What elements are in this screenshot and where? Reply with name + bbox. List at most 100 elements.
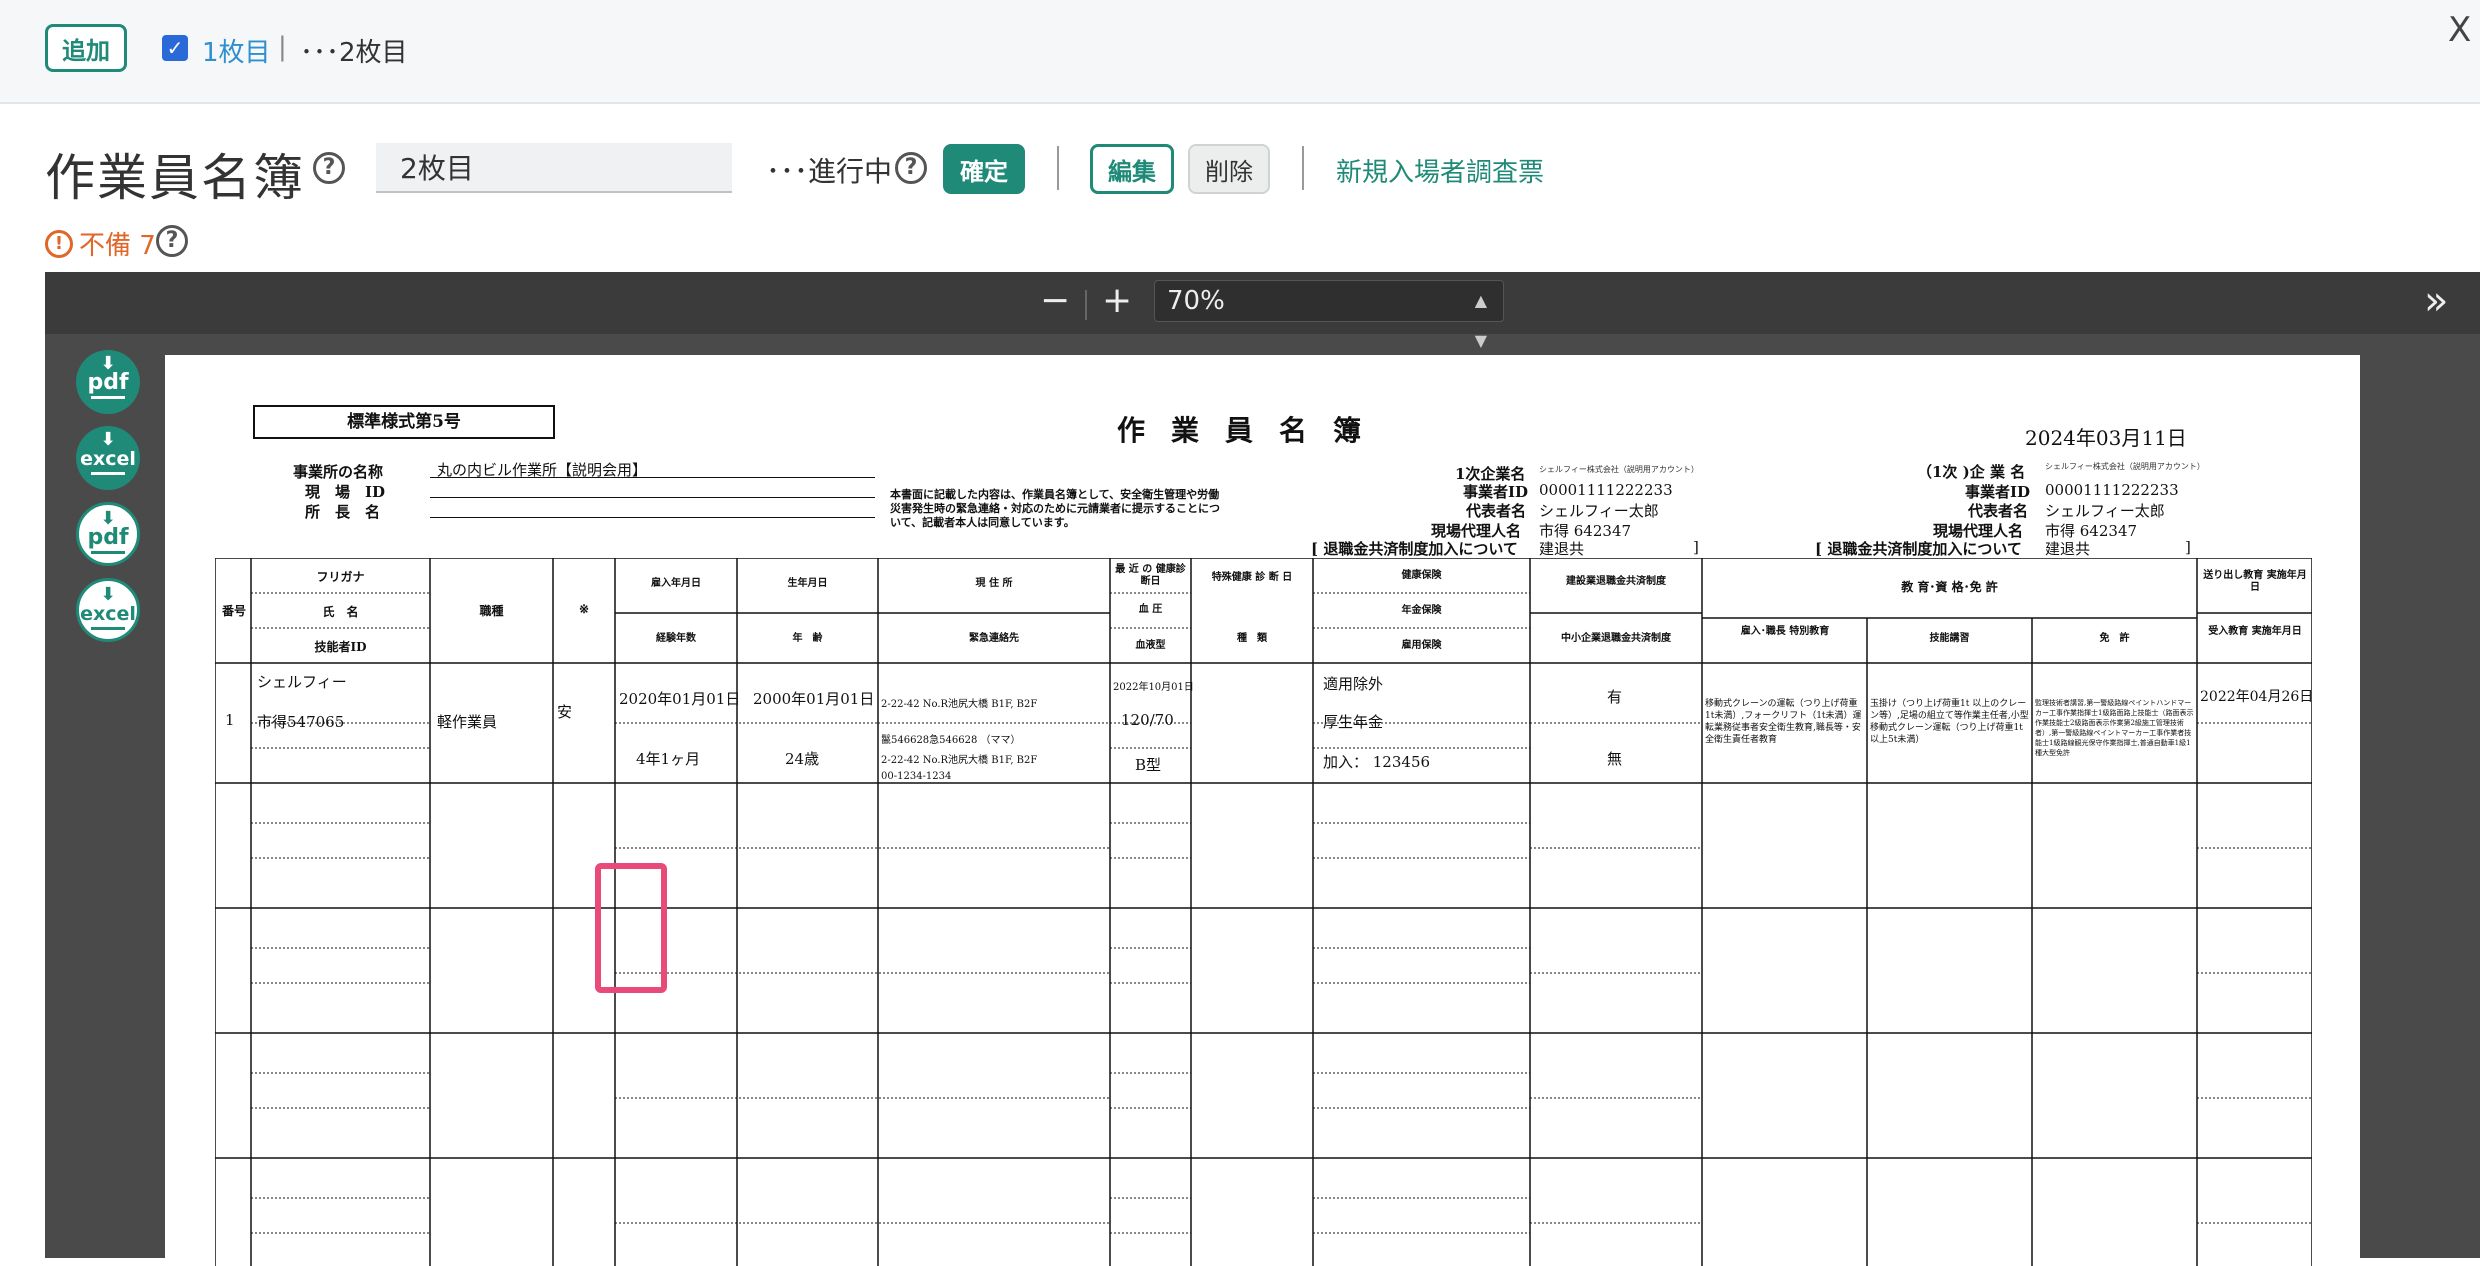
status-text: ･･･進行中	[766, 155, 893, 188]
header-years: 経験年数	[656, 633, 696, 644]
office-label: 事業所の名称	[293, 463, 384, 481]
download-excel-alt-button[interactable]: ⬇ excel	[76, 578, 140, 642]
row1-pension-ins: 厚生年金	[1323, 713, 1384, 731]
row1-hire-date: 2020年01月01日	[619, 690, 741, 708]
zoom-value: 70%	[1167, 286, 1225, 316]
header-mark: ※	[578, 602, 590, 616]
secondary-company-label: （1次 )企 業 名	[1917, 463, 2026, 481]
row1-blood: B型	[1135, 756, 1162, 774]
primary-pension-label: [ 退職金共済制度加入について	[1311, 540, 1518, 558]
row1-mark: 安	[557, 703, 573, 721]
header-no: 番号	[221, 604, 246, 618]
header-job: 職種	[479, 604, 504, 618]
header-hire-date: 雇入年月日	[651, 578, 701, 589]
header-age: 年 齢	[792, 633, 823, 644]
help-icon[interactable]: ?	[313, 152, 345, 184]
header-accept-edu: 受入教育 実施年月日	[2208, 626, 2302, 637]
row1-health-ins: 適用除外	[1323, 675, 1384, 693]
header-pension-ins: 年金保険	[1401, 605, 1442, 616]
primary-rep-label: 代表者名	[1466, 502, 1527, 520]
deficiency-count: 不備 7	[79, 231, 156, 261]
document-date: 2024年03月11日	[2025, 426, 2187, 450]
header-tech-id: 技能者ID	[314, 640, 367, 654]
deficiency-help-icon[interactable]: ?	[156, 225, 188, 257]
download-arrow-icon: ⬇	[100, 429, 116, 450]
secondary-pension-close: ]	[2185, 538, 2191, 556]
header-name: 氏 名	[322, 605, 359, 619]
row1-name: 市得547065	[257, 713, 345, 731]
header-chutai: 中小企業退職金共済制度	[1561, 633, 1671, 644]
deficiency-warning[interactable]: ! 不備 7	[45, 225, 156, 262]
highlight-box	[595, 863, 667, 993]
header-kentai: 建設業退職金共済制度	[1566, 576, 1666, 587]
row1-emergency-name: 鬣546628急546628 （ママ）	[881, 735, 1021, 746]
row1-age: 24歳	[785, 750, 820, 768]
row1-employ-ins: 加入： 123456	[1323, 753, 1431, 771]
header-blood: 血液型	[1135, 640, 1166, 651]
top-bar: 追加 ✓ 1枚目 | ･･･2枚目 X	[0, 0, 2480, 104]
row1-kentai: 有	[1607, 688, 1623, 706]
row1-emergency-addr: 2-22-42 No.R池尻大橋 B1F, B2F	[881, 755, 1038, 766]
download-pdf-button[interactable]: ⬇ pdf	[76, 350, 140, 414]
sheet1-checkbox[interactable]: ✓	[162, 35, 188, 61]
header-special-edu: 雇入･職長 特別教育	[1740, 626, 1830, 637]
header-health-ins: 健康保険	[1401, 570, 1442, 581]
sheet-name-input[interactable]	[376, 143, 732, 193]
row1-job: 軽作業員	[437, 713, 498, 731]
confirm-button[interactable]: 確定	[943, 144, 1025, 194]
primary-pension-value: 建退共	[1539, 540, 1585, 558]
header-dispatch-edu: 送り出し教育 実施年月日	[2203, 570, 2307, 593]
header-bp: 血 圧	[1138, 604, 1163, 615]
warning-icon: !	[45, 229, 73, 258]
download-pdf-alt-button[interactable]: ⬇ pdf	[76, 502, 140, 566]
row1-checkup: 2022年10月01日	[1113, 682, 1194, 693]
primary-id-value: 00001111222233	[1539, 481, 1673, 499]
consent-notice: 本書面に記載した内容は、作業員名簿として、安全衛生管理や労働災害発生時の緊急連絡…	[890, 488, 1220, 529]
header-special-checkup: 特殊健康 診 断 日	[1211, 572, 1293, 583]
header-birth: 生年月日	[787, 578, 828, 589]
header-address: 現 住 所	[975, 578, 1013, 589]
sheet2-tab[interactable]: ･･･2枚目	[300, 32, 408, 69]
header-kind: 種 類	[1237, 633, 1267, 644]
document-page: 標準様式第5号 作業員名簿 2024年03月11日 事業所の名称 丸の内ビル作業…	[165, 355, 2360, 1266]
sheet-separator: |	[278, 32, 287, 62]
secondary-company-value: シェルフィー株式会社（説明用アカウント）	[2045, 462, 2205, 471]
status-help-icon[interactable]: ?	[895, 152, 927, 184]
page-title: 作業員名簿	[45, 149, 305, 207]
edit-button[interactable]: 編集	[1090, 144, 1174, 194]
new-entrant-survey-link[interactable]: 新規入場者調査票	[1336, 152, 1544, 189]
close-button[interactable]: X	[2448, 10, 2471, 50]
row1-special-edu: 移動式クレーンの運転（つり上げ荷重1t未満）,フォークリフト（1t未満）運転業務…	[1705, 699, 1862, 745]
row1-no: 1	[225, 711, 235, 729]
delete-button[interactable]: 削除	[1188, 144, 1270, 194]
zoom-in-button[interactable]: +	[1102, 280, 1132, 321]
secondary-pension-label: [ 退職金共済制度加入について	[1815, 540, 2022, 558]
form-number: 標準様式第5号	[253, 405, 555, 439]
row1-bp: 120/70	[1121, 711, 1174, 729]
row1-dispatch-edu: 2022年04月26日	[2200, 689, 2314, 705]
row1-emergency-tel: 00-1234-1234	[881, 771, 952, 782]
secondary-pension-value: 建退共	[2045, 540, 2091, 558]
zoom-separator	[1085, 290, 1087, 320]
row1-years: 4年1ヶ月	[636, 750, 701, 768]
secondary-id-label: 事業者ID	[1965, 483, 2031, 501]
primary-company-value: シェルフィー株式会社（説明用アカウント）	[1539, 465, 1699, 474]
zoom-select[interactable]: 70% ▲ ▼	[1154, 280, 1504, 350]
header-edu: 教 育･資 格･免 許	[1901, 580, 1998, 594]
sidebar-toggle-icon[interactable]: »	[2424, 278, 2448, 324]
header-license: 免 許	[2099, 633, 2130, 644]
download-excel-button[interactable]: ⬇ excel	[76, 426, 140, 490]
document-title: 作業員名簿	[1117, 414, 1388, 447]
site-id-label: 現 場 ID	[305, 483, 386, 501]
primary-pension-close: ]	[1693, 538, 1699, 556]
row1-skill: 玉掛け（つり上げ荷重1t 以上のクレーン等）,足場の組立て等作業主任者,小型移動…	[1870, 699, 2029, 745]
add-button[interactable]: 追加	[45, 24, 127, 72]
row1-chutai: 無	[1607, 750, 1623, 768]
divider	[1302, 146, 1304, 190]
header-emergency: 緊急連絡先	[969, 633, 1019, 644]
zoom-out-button[interactable]: −	[1040, 280, 1070, 321]
header-checkup: 最 近 の 健康診断日	[1115, 564, 1186, 587]
row1-furigana: シェルフィー	[257, 673, 347, 691]
sheet1-link[interactable]: 1枚目	[202, 32, 271, 69]
header-employ-ins: 雇用保険	[1401, 640, 1442, 651]
